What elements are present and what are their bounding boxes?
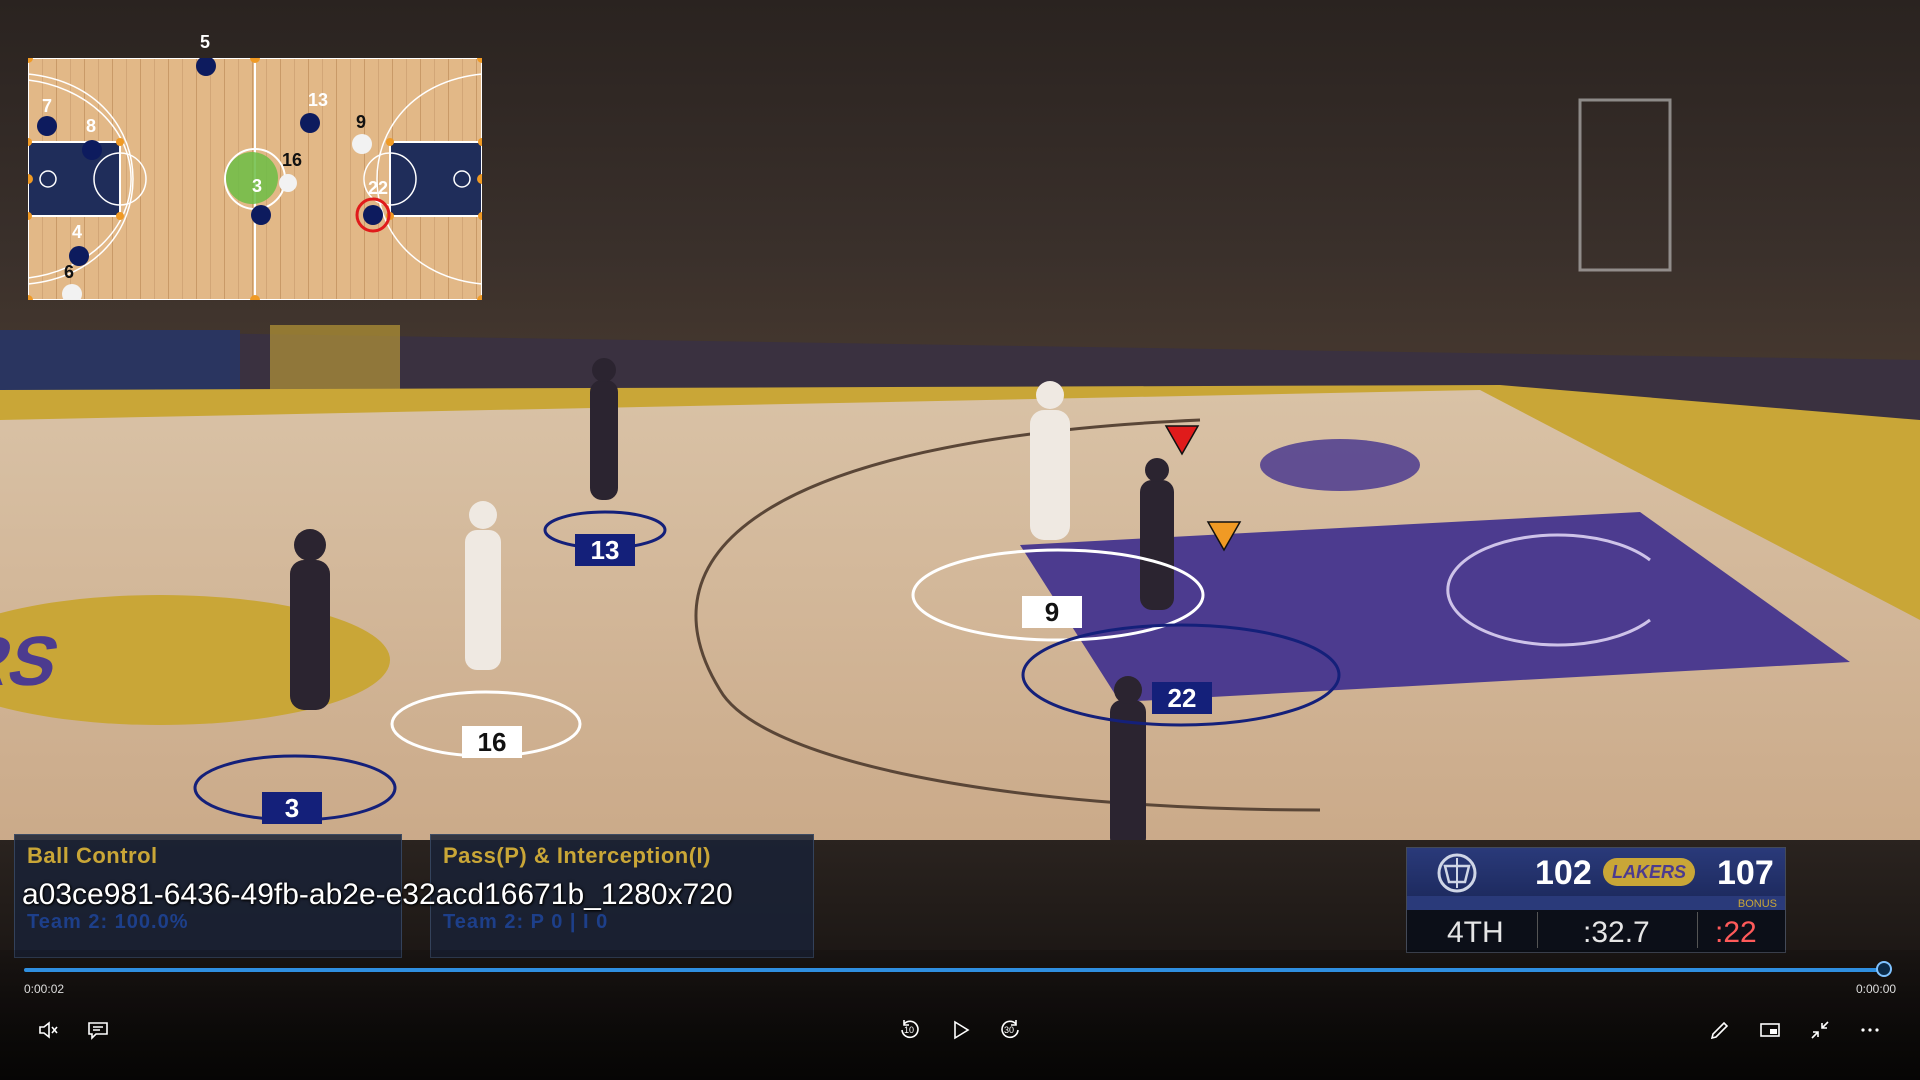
minimap-label: 16 — [282, 150, 303, 170]
minimap-label: 7 — [42, 96, 53, 116]
exit-fullscreen-button[interactable] — [1802, 1012, 1838, 1048]
seek-bar[interactable] — [24, 968, 1886, 972]
red-triangle-marker — [1164, 425, 1200, 456]
time-remaining: 0:00:00 — [1856, 982, 1897, 996]
picture-in-picture-icon — [1760, 1023, 1780, 1037]
game-clock: :32.7 — [1583, 916, 1650, 949]
player-tag-9: 9 — [1022, 596, 1082, 628]
forward-seconds-label: 30 — [1004, 1025, 1015, 1035]
scoreboard-divider — [1537, 912, 1538, 948]
scoreboard: 102 LAKERS 107 BONUS 4TH :32.7 :22 — [1406, 847, 1786, 953]
forward-button[interactable]: 30 — [992, 1012, 1028, 1048]
orange-triangle-marker — [1206, 521, 1242, 552]
home-score: 107 — [1717, 854, 1774, 892]
pencil-icon — [1710, 1021, 1729, 1040]
player-tag-22: 22 — [1152, 682, 1212, 714]
mini-view-button[interactable] — [1752, 1012, 1788, 1048]
captions-button[interactable] — [80, 1012, 116, 1048]
seek-handle[interactable] — [1876, 961, 1892, 977]
rewind-seconds-label: 10 — [904, 1025, 915, 1035]
rewind-button[interactable]: 10 — [892, 1012, 928, 1048]
minimap-label: 22 — [368, 178, 389, 198]
bonus-indicator: BONUS — [1737, 898, 1777, 910]
captions-icon — [88, 1022, 108, 1040]
edit-button[interactable] — [1702, 1012, 1738, 1048]
player-tag-13: 13 — [575, 534, 635, 566]
minimap-label: 4 — [72, 222, 83, 242]
away-team-logo-icon — [1437, 853, 1477, 893]
minimap-label: 9 — [356, 112, 367, 132]
minimap-label: 8 — [86, 116, 97, 136]
scoreboard-bonus-row — [1407, 896, 1785, 910]
volume-muted-icon — [39, 1021, 58, 1039]
minimap-label: 5 — [200, 32, 211, 52]
more-options-button[interactable] — [1852, 1012, 1888, 1048]
player-tag-3: 3 — [262, 792, 322, 824]
ball-control-value: Team 2: 100.0% — [27, 911, 189, 933]
quarter: 4TH — [1447, 916, 1504, 949]
home-team-logo: LAKERS — [1603, 858, 1695, 886]
play-button[interactable] — [942, 1012, 978, 1048]
pass-interception-title: Pass(P) & Interception(I) — [443, 843, 711, 868]
mute-button[interactable] — [30, 1012, 66, 1048]
subtitle-caption: a03ce981-6436-49fb-ab2e-e32acd16671b_128… — [22, 878, 733, 911]
play-icon — [954, 1020, 970, 1040]
time-elapsed: 0:00:02 — [24, 982, 65, 996]
pass-interception-value: Team 2: P 0 | I 0 — [443, 911, 609, 933]
minimap-label: 6 — [64, 262, 75, 282]
away-score: 102 — [1535, 854, 1592, 892]
minimap-label: 3 — [252, 176, 263, 196]
shot-clock: :22 — [1715, 916, 1757, 949]
scoreboard-divider — [1697, 912, 1698, 948]
minimap-label: 13 — [308, 90, 329, 110]
ball-control-title: Ball Control — [27, 843, 158, 868]
more-dots-icon — [1861, 1028, 1879, 1032]
player-tag-16: 16 — [462, 726, 522, 758]
video-player[interactable]: KERS 13 9 22 16 3 5 7 8 13 9 16 3 22 4 6… — [0, 0, 1920, 1080]
exit-fullscreen-icon — [1811, 1021, 1829, 1039]
minimap-labels: 5 7 8 13 9 16 3 22 4 6 — [28, 32, 482, 300]
